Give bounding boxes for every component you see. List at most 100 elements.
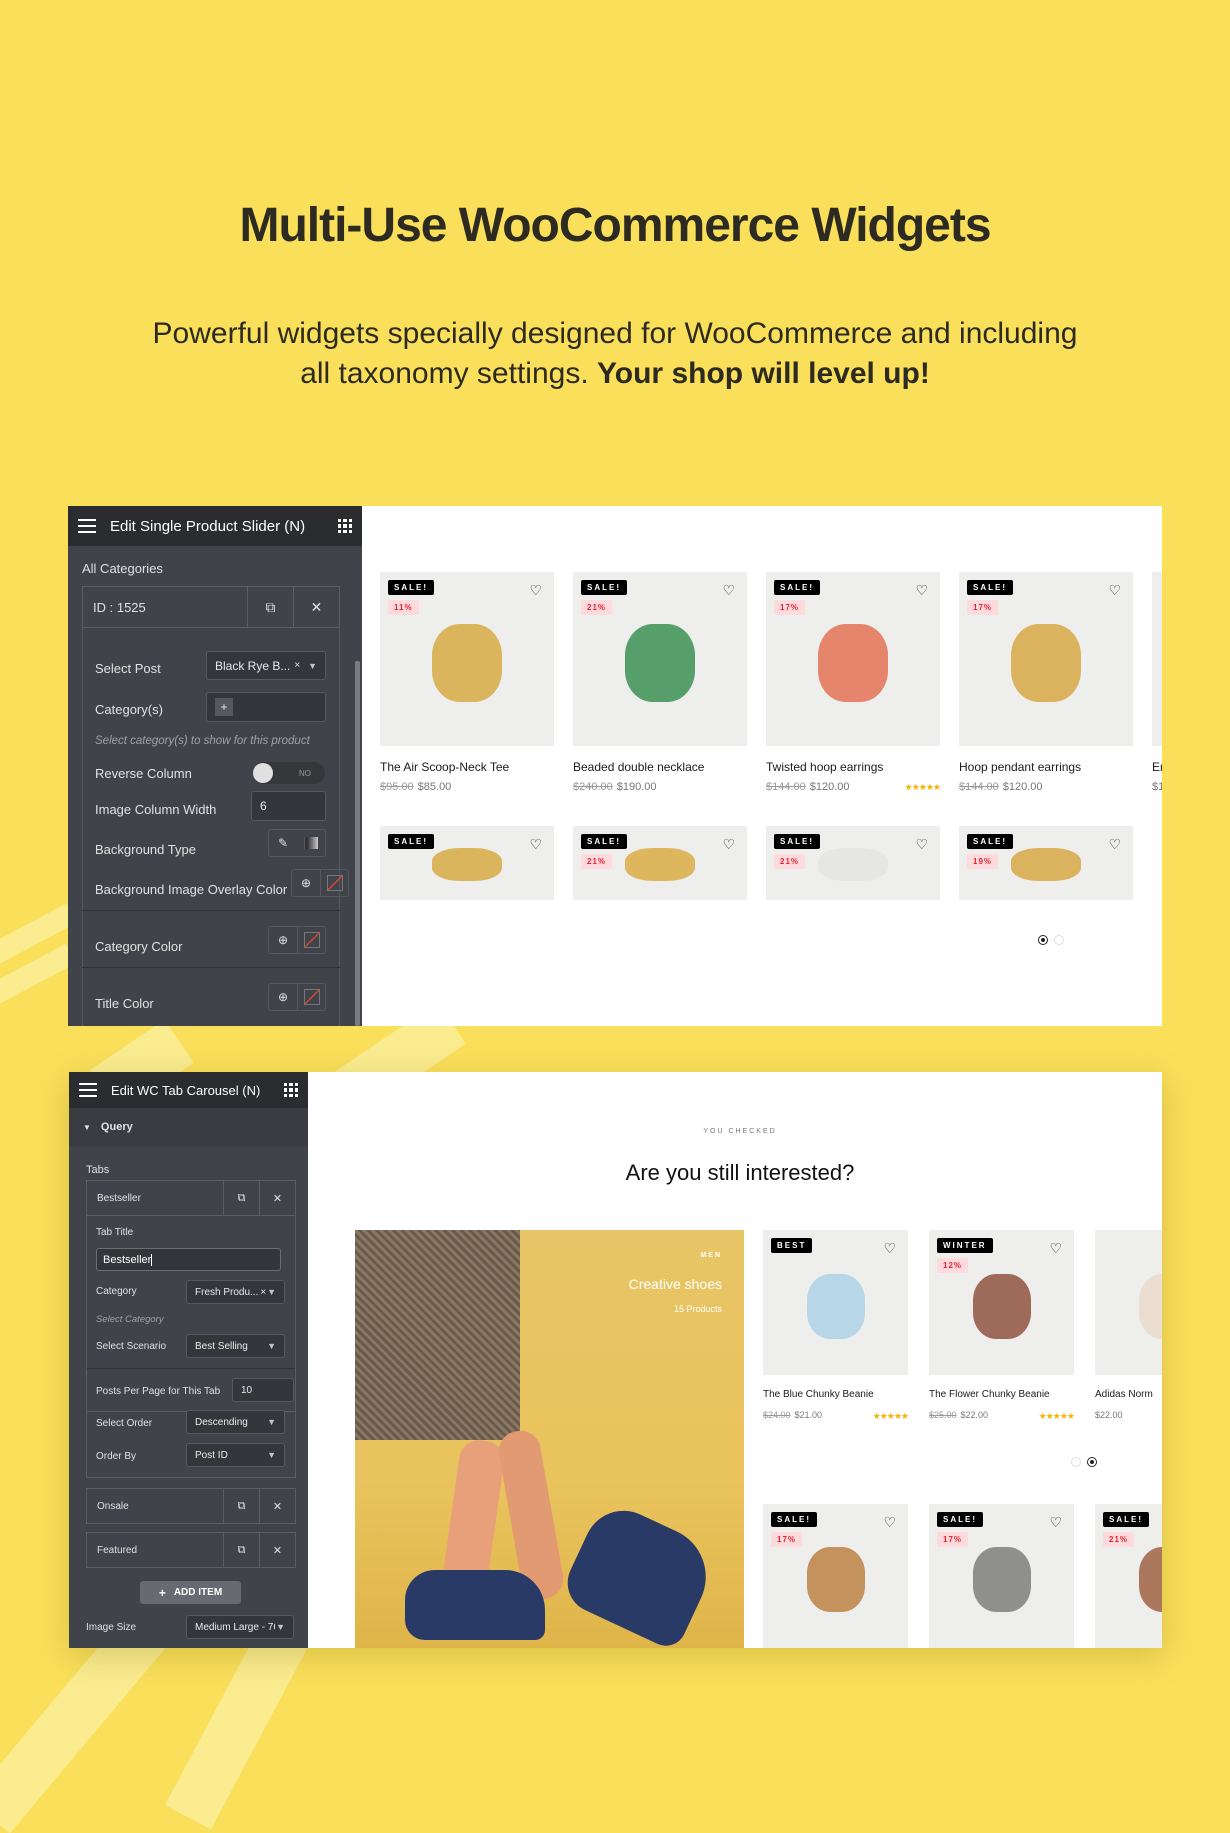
categories-input[interactable]: + [206,692,326,722]
product-name[interactable]: Hoop pendant earrings [959,760,1081,774]
sale-price: $190.00 [616,781,657,793]
duplicate-icon[interactable]: ⧉ [247,587,293,627]
color-swatch[interactable] [297,984,325,1010]
product-card[interactable]: SALE! 17% ♡ Hoop pendant earrings $144.00 $12… [959,572,1133,802]
heart-icon[interactable]: ♡ [915,836,928,853]
heart-icon[interactable]: ♡ [1049,1240,1062,1257]
product-image[interactable]: SALE!21%♡ [766,826,940,900]
product-photo [1138,1273,1162,1339]
product-card[interactable]: Er $1 [1152,572,1162,802]
product-card[interactable]: SALE! 17% ♡ Twisted hoop earrings $144.00 $12… [766,572,941,802]
rating-stars: ★★★★★ [904,782,941,792]
editor-panel: Edit Single Product Slider (N) All Categ… [68,506,362,1026]
feature-banner[interactable]: MEN Creative shoes 15 Products [355,1230,744,1648]
heart-icon[interactable]: ♡ [722,582,735,599]
menu-icon[interactable] [79,1083,97,1097]
globe-icon[interactable]: ⊕ [269,927,297,953]
product-name[interactable]: Beaded double necklace [573,760,704,774]
heart-icon[interactable]: ♡ [529,582,542,599]
clear-icon[interactable]: × [294,660,300,671]
product-card[interactable]: SALE!21%♡ [1095,1504,1162,1648]
product-image[interactable]: SALE! 17% ♡ [766,572,940,746]
product-card[interactable]: SALE! 17% ♡ [763,1504,908,1648]
product-card[interactable]: Adidas Norm $22.00 [1095,1230,1162,1431]
product-image[interactable] [1152,572,1162,746]
feature-title: Creative shoes [628,1276,722,1292]
add-icon[interactable]: + [215,698,233,716]
product-photo [1011,624,1081,703]
brush-icon[interactable]: ✎ [269,830,297,856]
tab-item-onsale[interactable]: Onsale ⧉ ✕ [86,1488,296,1524]
heart-icon[interactable]: ♡ [883,1514,896,1531]
product-card[interactable]: SALE!21%♡ [766,826,940,900]
discount-badge: 21% [581,600,613,615]
heart-icon[interactable]: ♡ [915,582,928,599]
product-card[interactable]: SALE! 19% ♡ [959,826,1133,900]
product-name[interactable]: The Blue Chunky Beanie [763,1389,874,1400]
heart-icon[interactable]: ♡ [883,1240,896,1257]
color-swatch[interactable] [320,870,348,896]
product-image[interactable]: BEST ♡ [763,1230,908,1375]
sale-badge: SALE! [388,834,434,849]
pagination-dot[interactable] [1054,935,1064,945]
apps-grid-icon[interactable] [338,519,352,533]
add-item-button[interactable]: + ADD ITEM [140,1581,241,1604]
heart-icon[interactable]: ♡ [529,836,542,853]
product-name[interactable]: Er [1152,760,1162,774]
product-image[interactable] [1095,1230,1162,1375]
product-price: $22.00 [1095,1410,1123,1420]
product-card[interactable]: SALE! 17% ♡ [929,1504,1074,1648]
tab-item-title: Onsale [97,1500,129,1512]
heart-icon[interactable]: ♡ [1049,1514,1062,1531]
close-icon[interactable]: ✕ [259,1489,295,1523]
duplicate-icon[interactable]: ⧉ [223,1489,259,1523]
apps-grid-icon[interactable] [284,1083,298,1097]
heart-icon[interactable]: ♡ [1108,836,1121,853]
product-name[interactable]: Adidas Norm [1095,1389,1153,1400]
product-image[interactable]: SALE!21%♡ [1095,1504,1162,1648]
product-image[interactable]: SALE! 17% ♡ [763,1504,908,1648]
image-column-width-input[interactable]: 6 [251,791,326,821]
menu-icon[interactable] [78,519,96,533]
tab-item-bestseller[interactable]: Bestseller ⧉ ✕ [86,1180,296,1216]
image-size-dropdown[interactable]: Medium Large - 76 ▼ [186,1615,294,1639]
close-icon[interactable]: ✕ [293,587,339,627]
reverse-column-toggle[interactable]: NO [253,762,325,784]
product-image[interactable]: SALE!21%♡ [573,572,747,746]
product-image[interactable]: SALE! ♡ [380,826,554,900]
duplicate-icon[interactable]: ⧉ [223,1533,259,1567]
repeater-item[interactable]: ID : 1525 ⧉ ✕ [82,586,340,628]
product-name[interactable]: The Air Scoop-Neck Tee [380,760,509,774]
product-image[interactable]: SALE! 11% ♡ [380,572,554,746]
product-image[interactable]: SALE! 19% ♡ [959,826,1133,900]
slider-pagination [1038,935,1064,945]
close-icon[interactable]: ✕ [259,1181,295,1215]
duplicate-icon[interactable]: ⧉ [223,1181,259,1215]
pagination-dot[interactable] [1038,935,1048,945]
product-card[interactable]: SALE!21%♡ [573,826,747,900]
product-image[interactable]: WINTER 12% ♡ [929,1230,1074,1375]
tab-item-featured[interactable]: Featured ⧉ ✕ [86,1532,296,1568]
color-swatch[interactable] [297,927,325,953]
product-image[interactable]: SALE! 17% ♡ [929,1504,1074,1648]
pagination-dot[interactable] [1087,1457,1097,1467]
product-image[interactable]: SALE! 17% ♡ [959,572,1133,746]
query-section-toggle[interactable]: ▼ Query [69,1108,308,1146]
heart-icon[interactable]: ♡ [722,836,735,853]
close-icon[interactable]: ✕ [259,1533,295,1567]
heart-icon[interactable]: ♡ [1108,582,1121,599]
select-post-dropdown[interactable]: Black Rye B... × ▼ [206,651,326,680]
product-card[interactable]: WINTER 12% ♡ The Flower Chunky Beanie $25.00… [929,1230,1075,1431]
product-card[interactable]: SALE! 21% ♡ Beaded double necklace $240.00 $1… [573,572,747,802]
globe-icon[interactable]: ⊕ [292,870,320,896]
product-image[interactable]: SALE!21%♡ [573,826,747,900]
globe-icon[interactable]: ⊕ [269,984,297,1010]
editor-scrollbar[interactable] [355,661,360,1026]
product-name[interactable]: Twisted hoop earrings [766,760,883,774]
product-card[interactable]: SALE! ♡ [380,826,554,900]
gradient-icon[interactable] [304,837,318,849]
pagination-dot[interactable] [1071,1457,1081,1467]
product-name[interactable]: The Flower Chunky Beanie [929,1389,1050,1400]
product-card[interactable]: BEST ♡ The Blue Chunky Beanie $24.00 $21.00 ★… [763,1230,909,1431]
product-card[interactable]: SALE! 11% ♡ The Air Scoop-Neck Tee $95.00 $85… [380,572,554,802]
